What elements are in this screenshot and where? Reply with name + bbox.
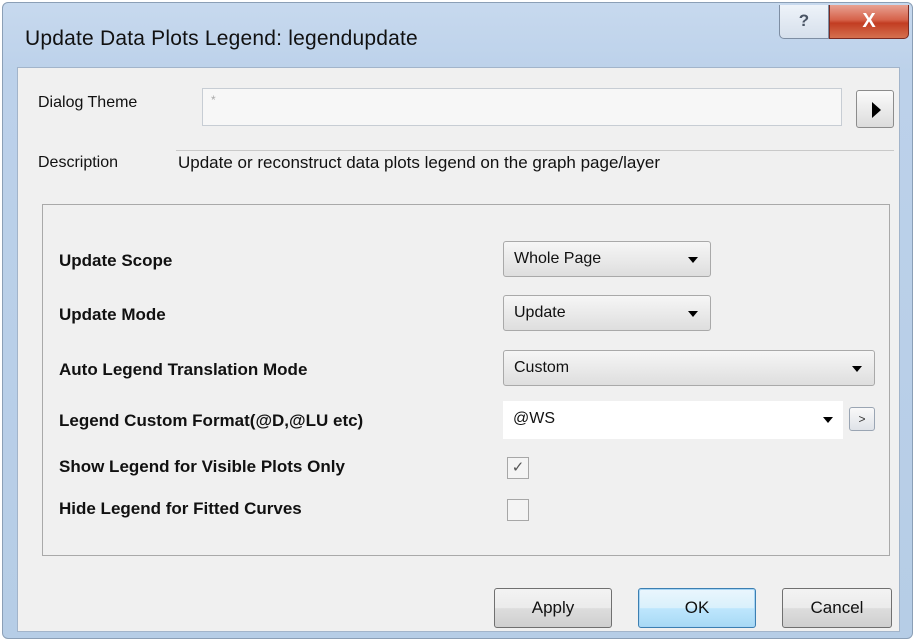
translation-mode-label: Auto Legend Translation Mode [59, 360, 308, 379]
help-icon: ? [798, 11, 810, 30]
chevron-down-icon[interactable] [823, 417, 833, 423]
update-scope-label: Update Scope [59, 251, 173, 270]
update-mode-value: Update [514, 304, 566, 321]
update-mode-label: Update Mode [59, 305, 166, 324]
ok-button[interactable]: OK [638, 588, 756, 628]
custom-format-expand-button[interactable]: > [849, 407, 875, 431]
title-bar[interactable]: Update Data Plots Legend: legendupdate ?… [3, 3, 912, 67]
description-label: Description [38, 154, 119, 171]
hide-fitted-label: Hide Legend for Fitted Curves [59, 499, 302, 518]
description-divider [176, 150, 894, 151]
chevron-down-icon [688, 311, 698, 317]
hide-fitted-checkbox[interactable] [507, 499, 529, 521]
dialog-theme-label: Dialog Theme [38, 94, 138, 111]
update-scope-select[interactable]: Whole Page [503, 241, 711, 277]
theme-menu-button[interactable] [856, 90, 894, 128]
chevron-down-icon [688, 257, 698, 263]
window-title: Update Data Plots Legend: legendupdate [25, 27, 418, 50]
help-button[interactable]: ? [779, 5, 829, 39]
close-button[interactable]: X [829, 5, 909, 39]
update-mode-select[interactable]: Update [503, 295, 711, 331]
right-triangle-icon [872, 102, 881, 118]
dialog-window: Update Data Plots Legend: legendupdate ?… [2, 2, 913, 639]
translation-mode-select[interactable]: Custom [503, 350, 875, 386]
visible-only-label: Show Legend for Visible Plots Only [59, 457, 345, 476]
chevron-down-icon [852, 366, 862, 372]
apply-button[interactable]: Apply [494, 588, 612, 628]
description-text: Update or reconstruct data plots legend … [178, 153, 660, 172]
close-icon: X [862, 10, 876, 32]
custom-format-label: Legend Custom Format(@D,@LU etc) [59, 411, 364, 430]
custom-format-value: @WS [513, 410, 556, 427]
expand-arrow-icon: > [858, 412, 866, 426]
cancel-button[interactable]: Cancel [782, 588, 892, 628]
parameters-group: Update Scope Whole Page Update Mode Upda… [42, 204, 890, 556]
translation-mode-value: Custom [514, 359, 570, 376]
visible-only-checkbox[interactable]: ✓ [507, 457, 529, 479]
custom-format-input[interactable]: @WS [503, 401, 843, 439]
update-scope-value: Whole Page [514, 250, 602, 267]
dialog-theme-field[interactable]: * [202, 88, 842, 126]
checkmark-icon: ✓ [511, 459, 525, 476]
dialog-body: Dialog Theme * Description Update or rec… [17, 67, 900, 632]
dialog-theme-value: * [211, 93, 216, 107]
